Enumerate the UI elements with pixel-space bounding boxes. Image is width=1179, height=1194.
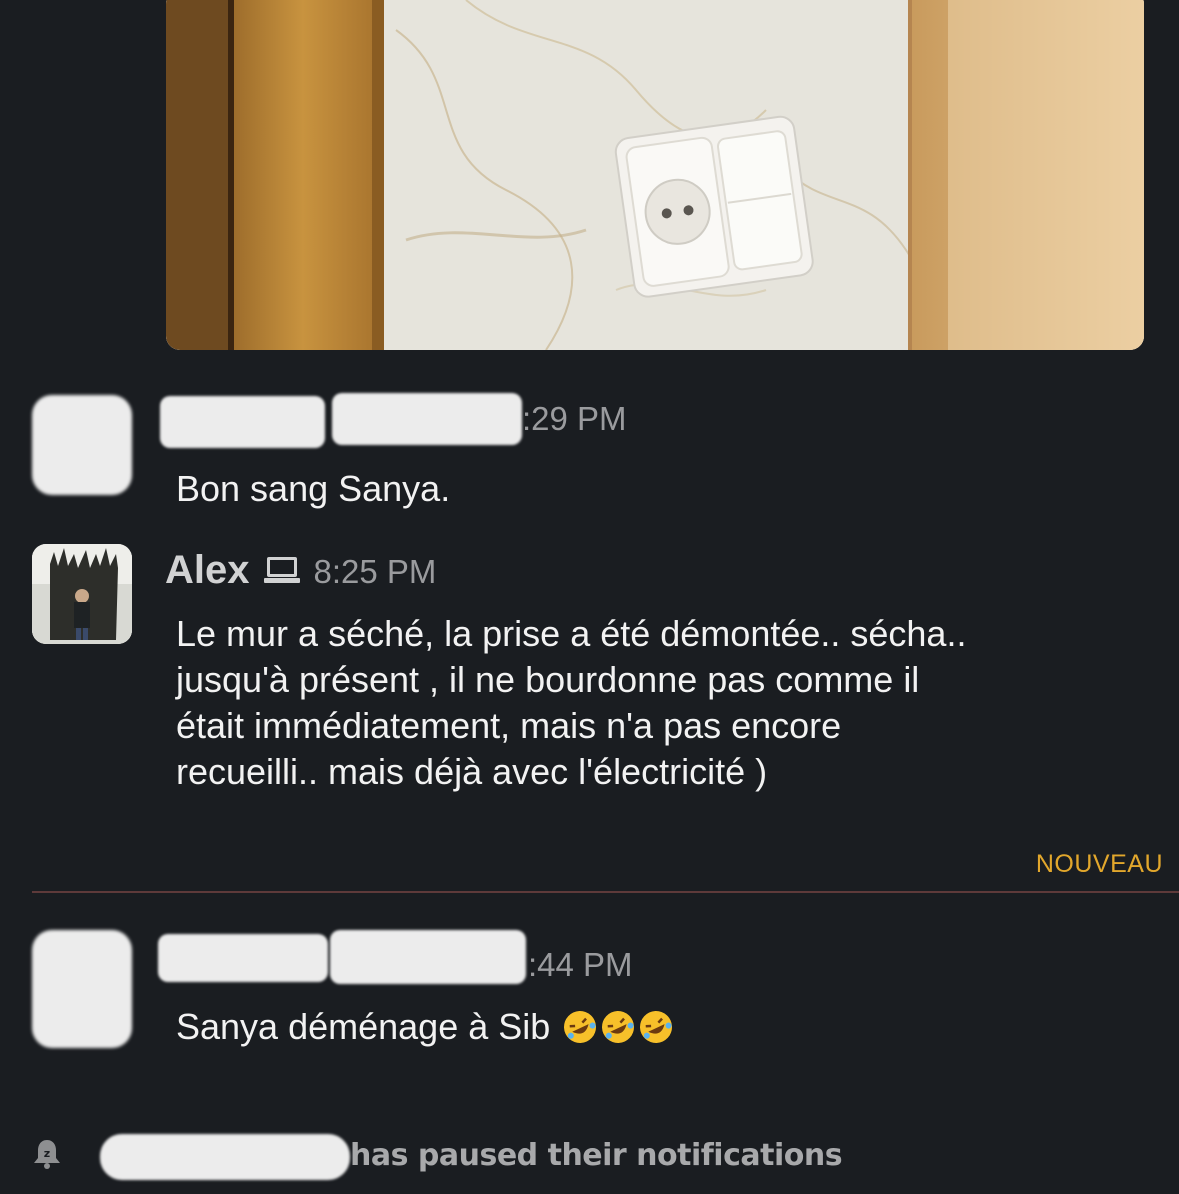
redacted-name [158, 934, 328, 982]
avatar[interactable] [32, 395, 132, 495]
message-text-content: Sanya déménage à Sib [176, 1006, 551, 1047]
chat-window: :29 PM Bon sang Sanya. Alex 8:25 PM Le m… [0, 0, 1179, 1194]
rofl-emoji-icon [600, 1009, 636, 1045]
redacted-name [160, 396, 325, 448]
svg-text:z: z [44, 1147, 50, 1160]
redacted-name [100, 1134, 350, 1180]
notification-text: has paused their notifications [350, 1138, 843, 1173]
redacted-name [330, 930, 526, 984]
image-attachment[interactable] [166, 0, 1144, 350]
redacted-name [332, 393, 522, 445]
message-timestamp[interactable]: :29 PM [522, 400, 627, 438]
rofl-emoji-icon [562, 1009, 598, 1045]
message-header: Alex 8:25 PM [165, 548, 436, 593]
message-timestamp[interactable]: :44 PM [528, 946, 633, 984]
message-timestamp[interactable]: 8:25 PM [314, 553, 437, 591]
avatar[interactable] [32, 544, 132, 644]
new-messages-divider [32, 891, 1179, 893]
username[interactable]: Alex [165, 548, 250, 593]
message-text-line: Le mur a séché, la prise a été démontée.… [176, 613, 967, 654]
laptop-icon [263, 555, 300, 585]
bell-paused-icon: z [32, 1138, 62, 1175]
message-text: Le mur a séché, la prise a été démontée.… [176, 611, 1136, 795]
message-text-line: était immédiatement, mais n'a pas encore [176, 705, 842, 746]
new-messages-label: NOUVEAU [1035, 850, 1163, 878]
message-text-line: recueilli.. mais déjà avec l'électricité… [176, 751, 768, 792]
message-text-line: jusqu'à présent , il ne bourdonne pas co… [176, 659, 920, 700]
rofl-emoji-icon [638, 1009, 674, 1045]
message-text: Sanya déménage à Sib [176, 1004, 1136, 1050]
avatar[interactable] [32, 930, 132, 1048]
message-text: Bon sang Sanya. [176, 468, 451, 509]
